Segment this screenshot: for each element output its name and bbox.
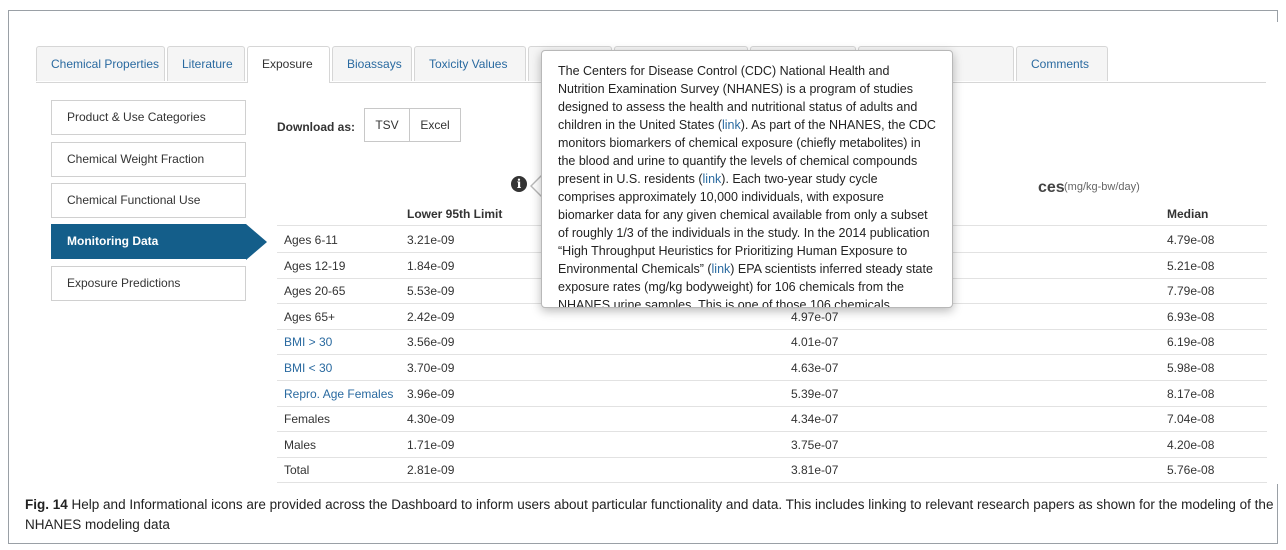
figure-label: Fig. 14 bbox=[25, 497, 68, 512]
row-median-value: 7.79e-08 bbox=[1167, 284, 1215, 298]
row-upper-value: 5.39e-07 bbox=[791, 387, 839, 401]
row-divider bbox=[277, 482, 1267, 483]
tooltip-reference-link[interactable]: link bbox=[712, 262, 731, 276]
sidebar-item-monitoring-data[interactable]: Monitoring Data bbox=[51, 224, 246, 259]
tab-comments[interactable]: Comments bbox=[1016, 46, 1108, 81]
sidebar-item-chemical-functional-use[interactable]: Chemical Functional Use bbox=[51, 183, 246, 218]
row-group-label: Ages 6-11 bbox=[284, 233, 338, 247]
tab-exposure[interactable]: Exposure bbox=[247, 46, 330, 83]
table-units: (mg/kg-bw/day) bbox=[1064, 181, 1140, 193]
row-divider bbox=[277, 380, 1267, 381]
row-divider bbox=[277, 329, 1267, 330]
row-lower-95th-value: 2.81e-09 bbox=[407, 463, 455, 477]
row-median-value: 4.20e-08 bbox=[1167, 438, 1215, 452]
column-header-lower: Lower 95th Limit bbox=[407, 207, 503, 221]
row-group-label: Ages 20-65 bbox=[284, 284, 346, 298]
row-lower-95th-value: 3.56e-09 bbox=[407, 335, 455, 349]
row-divider bbox=[277, 431, 1267, 432]
row-upper-value: 4.01e-07 bbox=[791, 335, 839, 349]
sidebar-item-exposure-predictions[interactable]: Exposure Predictions bbox=[51, 266, 246, 301]
tab-chemical-properties[interactable]: Chemical Properties bbox=[36, 46, 165, 81]
row-median-value: 4.79e-08 bbox=[1167, 233, 1215, 247]
row-lower-95th-value: 1.71e-09 bbox=[407, 438, 455, 452]
row-group-label: Females bbox=[284, 412, 331, 426]
row-lower-95th-value: 2.42e-09 bbox=[407, 310, 455, 324]
figure-caption: Fig. 14 Help and Informational icons are… bbox=[25, 495, 1275, 535]
row-group-label: Males bbox=[284, 438, 317, 452]
row-group-label: Ages 12-19 bbox=[284, 259, 346, 273]
nhanes-info-tooltip: The Centers for Disease Control (CDC) Na… bbox=[541, 50, 953, 308]
download-excel-button[interactable]: Excel bbox=[409, 108, 461, 142]
caption-text: Help and Informational icons are provide… bbox=[25, 497, 1274, 532]
row-median-value: 7.04e-08 bbox=[1167, 412, 1215, 426]
row-lower-95th-value: 3.96e-09 bbox=[407, 387, 455, 401]
column-header-median: Median bbox=[1167, 207, 1209, 221]
dashboard-screenshot: Chemical Properties Literature Exposure Bio… bbox=[21, 22, 1283, 484]
figure-frame: Chemical Properties Literature Exposure Bio… bbox=[8, 10, 1283, 544]
download-label: Download as: bbox=[277, 120, 356, 134]
row-median-value: 5.76e-08 bbox=[1167, 463, 1215, 477]
active-menu-arrow bbox=[246, 224, 267, 260]
info-icon[interactable]: i bbox=[511, 176, 527, 192]
tooltip-reference-link[interactable]: link bbox=[722, 118, 741, 132]
row-group-label: Total bbox=[284, 463, 310, 477]
tooltip-reference-link[interactable]: link bbox=[703, 172, 722, 186]
row-lower-95th-value: 5.53e-09 bbox=[407, 284, 455, 298]
row-divider bbox=[277, 354, 1267, 355]
row-upper-value: 3.75e-07 bbox=[791, 438, 839, 452]
row-group-label[interactable]: BMI < 30 bbox=[284, 361, 332, 375]
row-median-value: 6.19e-08 bbox=[1167, 335, 1215, 349]
table-heading-fragment: ces bbox=[1038, 179, 1065, 196]
row-median-value: 5.21e-08 bbox=[1167, 259, 1215, 273]
row-lower-95th-value: 3.21e-09 bbox=[407, 233, 455, 247]
sidebar-item-chemical-weight-fraction[interactable]: Chemical Weight Fraction bbox=[51, 142, 246, 177]
row-lower-95th-value: 1.84e-09 bbox=[407, 259, 455, 273]
row-group-label[interactable]: Repro. Age Females bbox=[284, 387, 393, 401]
row-upper-value: 4.34e-07 bbox=[791, 412, 839, 426]
download-tsv-button[interactable]: TSV bbox=[364, 108, 410, 142]
row-median-value: 5.98e-08 bbox=[1167, 361, 1215, 375]
row-group-label: Ages 65+ bbox=[284, 310, 336, 324]
row-lower-95th-value: 4.30e-09 bbox=[407, 412, 455, 426]
row-upper-value: 3.81e-07 bbox=[791, 463, 839, 477]
sidebar-item-product-use-categories[interactable]: Product & Use Categories bbox=[51, 100, 246, 135]
row-median-value: 6.93e-08 bbox=[1167, 310, 1215, 324]
row-upper-value: 4.63e-07 bbox=[791, 361, 839, 375]
tooltip-text: ). Each two-year study cycle comprises a… bbox=[558, 172, 930, 276]
row-divider bbox=[277, 406, 1267, 407]
row-median-value: 8.17e-08 bbox=[1167, 387, 1215, 401]
tab-toxicity-values[interactable]: Toxicity Values bbox=[414, 46, 526, 81]
row-divider bbox=[277, 457, 1267, 458]
tab-bioassays[interactable]: Bioassays bbox=[332, 46, 412, 81]
row-upper-value: 4.97e-07 bbox=[791, 310, 839, 324]
row-group-label[interactable]: BMI > 30 bbox=[284, 335, 332, 349]
tab-literature[interactable]: Literature bbox=[167, 46, 245, 81]
row-lower-95th-value: 3.70e-09 bbox=[407, 361, 455, 375]
